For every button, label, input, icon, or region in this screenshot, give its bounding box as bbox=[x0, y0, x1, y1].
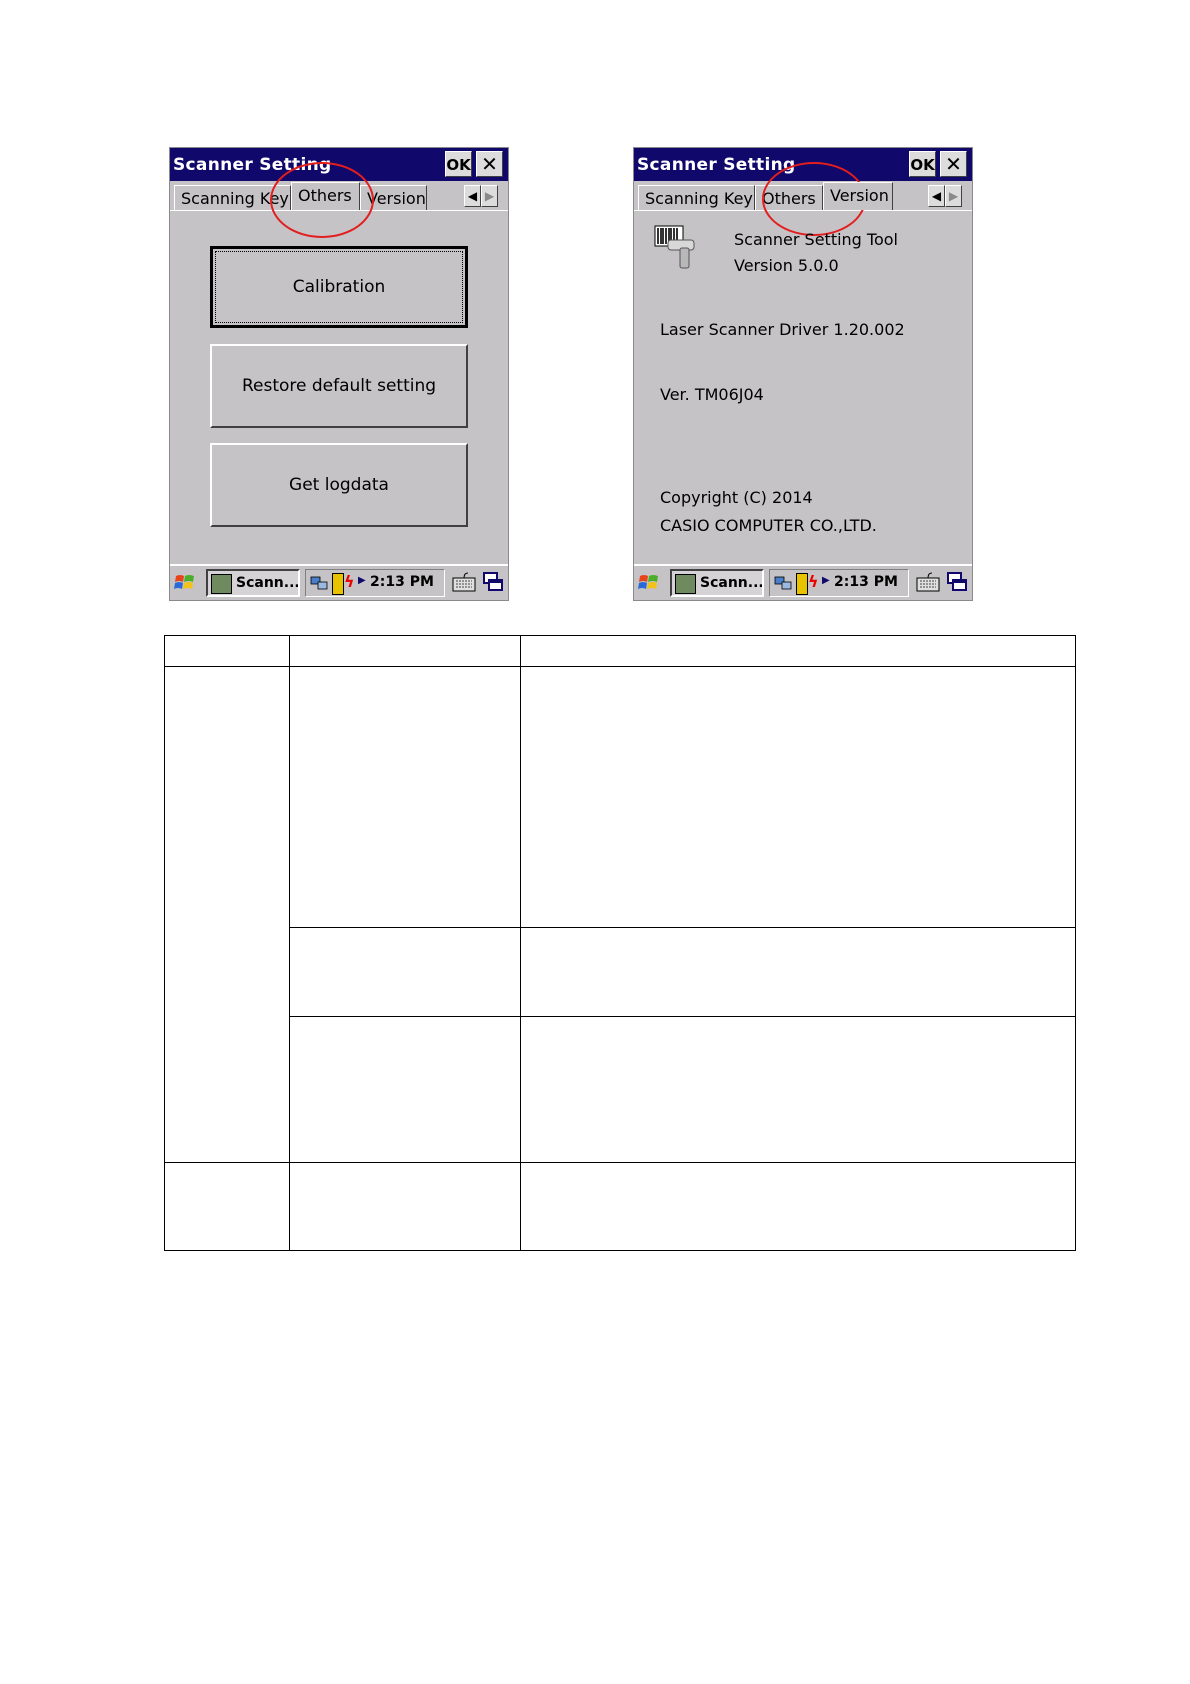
tool-version: Version 5.0.0 bbox=[734, 256, 839, 275]
scanner-app-icon bbox=[675, 574, 696, 594]
taskbar-app-label: Scann... bbox=[700, 575, 764, 591]
system-tray: ϟ ▶ 2:13 PM bbox=[305, 569, 445, 597]
charging-icon: ϟ bbox=[808, 572, 819, 591]
taskbar: Scann... ϟ ▶ 2:13 PM bbox=[634, 564, 972, 600]
table-column-divider bbox=[289, 635, 290, 1251]
clock[interactable]: 2:13 PM bbox=[834, 574, 898, 590]
tray-arrow-icon: ▶ bbox=[358, 575, 366, 586]
ok-button[interactable]: OK bbox=[445, 151, 472, 177]
scanner-setting-window-version: Scanner Setting OK ✕ Scanning Key Others… bbox=[633, 147, 973, 601]
tab-others[interactable]: Others bbox=[291, 182, 360, 210]
table-border-top bbox=[164, 635, 1076, 636]
scanner-app-icon bbox=[211, 574, 232, 594]
keyboard-icon[interactable] bbox=[452, 571, 476, 593]
tab-scroll-left-icon[interactable]: ◀ bbox=[928, 185, 945, 207]
barcode-scanner-icon bbox=[654, 225, 695, 269]
ok-button[interactable]: OK bbox=[909, 151, 936, 177]
description-table bbox=[164, 635, 1076, 1251]
table-border-right bbox=[1075, 635, 1076, 1251]
tab-strip: Scanning Key Others Version ◀ ▶ bbox=[170, 181, 508, 211]
system-tray: ϟ ▶ 2:13 PM bbox=[769, 569, 909, 597]
switch-window-icon[interactable] bbox=[482, 571, 504, 593]
taskbar-app-button[interactable]: Scann... bbox=[670, 569, 764, 597]
scanner-setting-window-others: Scanner Setting OK ✕ Scanning Key Others… bbox=[169, 147, 509, 601]
tab-scroll-left-icon[interactable]: ◀ bbox=[464, 185, 481, 207]
taskbar-app-label: Scann... bbox=[236, 575, 300, 591]
battery-icon[interactable] bbox=[332, 573, 344, 595]
charging-icon: ϟ bbox=[344, 572, 355, 591]
keyboard-icon[interactable] bbox=[916, 571, 940, 593]
get-logdata-button[interactable]: Get logdata bbox=[210, 443, 468, 527]
table-row-divider bbox=[289, 1016, 1076, 1017]
taskbar-app-button[interactable]: Scann... bbox=[206, 569, 300, 597]
table-column-divider bbox=[520, 635, 521, 1251]
table-row-divider bbox=[289, 927, 1076, 928]
table-header-divider bbox=[164, 666, 1076, 667]
clock[interactable]: 2:13 PM bbox=[370, 574, 434, 590]
windows-flag-icon[interactable] bbox=[173, 571, 197, 595]
tab-scanning-key[interactable]: Scanning Key bbox=[638, 185, 755, 211]
firmware-version: Ver. TM06J04 bbox=[660, 385, 764, 404]
driver-version: Laser Scanner Driver 1.20.002 bbox=[660, 320, 905, 339]
company-name: CASIO COMPUTER CO.,LTD. bbox=[660, 516, 877, 535]
restore-default-button[interactable]: Restore default setting bbox=[210, 344, 468, 428]
table-border-bottom bbox=[164, 1250, 1076, 1251]
table-row-divider bbox=[164, 1162, 1076, 1163]
tab-scroll-right-icon[interactable]: ▶ bbox=[481, 185, 498, 207]
close-button[interactable]: ✕ bbox=[476, 151, 503, 177]
battery-icon[interactable] bbox=[796, 573, 808, 595]
network-icon[interactable] bbox=[774, 575, 792, 591]
tray-arrow-icon: ▶ bbox=[822, 575, 830, 586]
tab-scroll-right-icon[interactable]: ▶ bbox=[945, 185, 962, 207]
table-border-left bbox=[164, 635, 165, 1251]
network-icon[interactable] bbox=[310, 575, 328, 591]
tool-name: Scanner Setting Tool bbox=[734, 230, 898, 249]
copyright: Copyright (C) 2014 bbox=[660, 488, 813, 507]
windows-flag-icon[interactable] bbox=[637, 571, 661, 595]
close-button[interactable]: ✕ bbox=[940, 151, 967, 177]
taskbar: Scann... ϟ ▶ 2:13 PM bbox=[170, 564, 508, 600]
window-title: Scanner Setting bbox=[637, 155, 796, 175]
calibration-button[interactable]: Calibration bbox=[210, 246, 468, 328]
switch-window-icon[interactable] bbox=[946, 571, 968, 593]
tab-version[interactable]: Version bbox=[823, 182, 893, 210]
